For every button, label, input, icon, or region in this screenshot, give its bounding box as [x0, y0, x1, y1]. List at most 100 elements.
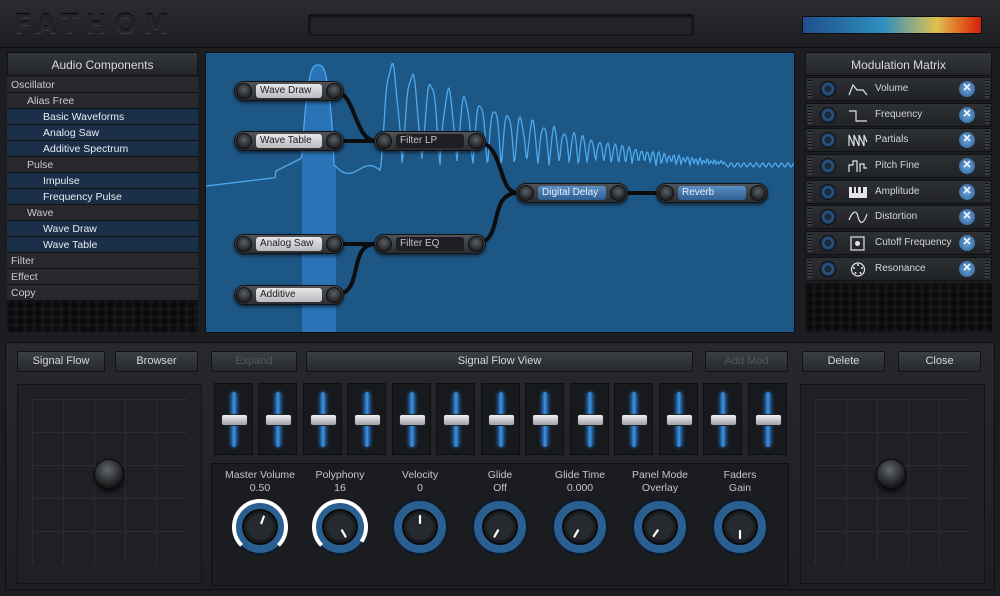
- node-filter-lp[interactable]: Filter LP: [374, 131, 486, 151]
- mod-enable-toggle[interactable]: [820, 235, 836, 252]
- node-wave-table[interactable]: Wave Table: [234, 131, 344, 151]
- tree-item-frequency-pulse[interactable]: Frequency Pulse: [7, 189, 198, 205]
- fader-3[interactable]: [303, 383, 342, 455]
- fader-handle[interactable]: [621, 414, 648, 426]
- drag-handle[interactable]: [808, 105, 812, 124]
- remove-icon[interactable]: ✕: [959, 158, 975, 175]
- node-digital-delay[interactable]: Digital Delay: [516, 183, 628, 203]
- drag-handle[interactable]: [985, 234, 989, 253]
- tree-item-pulse[interactable]: Pulse: [7, 157, 198, 173]
- fader-10[interactable]: [614, 383, 653, 455]
- add-mod-button[interactable]: Add Mod: [705, 351, 788, 372]
- fader-handle[interactable]: [265, 414, 292, 426]
- input-port[interactable]: [658, 185, 674, 201]
- drag-handle[interactable]: [985, 80, 989, 98]
- tree-item-basic-waveforms[interactable]: Basic Waveforms: [7, 109, 198, 125]
- output-port[interactable]: [326, 236, 342, 252]
- mod-enable-toggle[interactable]: [820, 209, 836, 226]
- output-port[interactable]: [326, 133, 342, 149]
- fader-9[interactable]: [570, 383, 609, 455]
- drag-handle[interactable]: [808, 259, 812, 278]
- fader-5[interactable]: [392, 383, 431, 455]
- fader-handle[interactable]: [710, 414, 737, 426]
- fader-8[interactable]: [525, 383, 564, 455]
- node-reverb[interactable]: Reverb: [656, 183, 768, 203]
- mod-row-resonance[interactable]: Resonance ✕: [805, 256, 992, 281]
- fader-4[interactable]: [347, 383, 386, 455]
- remove-icon[interactable]: ✕: [959, 183, 975, 200]
- close-button[interactable]: Close: [898, 351, 981, 372]
- tree-item-wave-draw[interactable]: Wave Draw: [7, 221, 198, 237]
- fader-handle[interactable]: [577, 414, 604, 426]
- output-port[interactable]: [468, 236, 484, 252]
- fader-handle[interactable]: [755, 414, 782, 426]
- rotary-knob[interactable]: [630, 497, 690, 557]
- input-port[interactable]: [376, 133, 392, 149]
- rotary-knob[interactable]: [310, 497, 370, 557]
- rotary-knob[interactable]: [710, 497, 770, 557]
- fader-11[interactable]: [659, 383, 698, 455]
- fader-13[interactable]: [748, 383, 787, 455]
- mod-row-volume[interactable]: Volume ✕: [805, 77, 992, 101]
- expand-button[interactable]: Expand: [211, 351, 297, 372]
- input-port[interactable]: [236, 133, 252, 149]
- fader-handle[interactable]: [666, 414, 693, 426]
- drag-handle[interactable]: [808, 182, 812, 201]
- output-port[interactable]: [326, 287, 342, 303]
- rotary-knob[interactable]: [390, 497, 450, 557]
- remove-icon[interactable]: ✕: [959, 81, 975, 97]
- tree-item-impulse[interactable]: Impulse: [7, 173, 198, 189]
- drag-handle[interactable]: [985, 182, 989, 201]
- browser-button[interactable]: Browser: [115, 351, 198, 372]
- drag-handle[interactable]: [985, 208, 989, 227]
- mod-row-distortion[interactable]: Distortion ✕: [805, 205, 992, 230]
- fader-6[interactable]: [436, 383, 475, 455]
- tree-item-oscillator[interactable]: Oscillator: [7, 77, 198, 93]
- input-port[interactable]: [236, 83, 252, 99]
- rotary-knob[interactable]: [230, 497, 290, 557]
- remove-icon[interactable]: ✕: [959, 132, 975, 149]
- tree-item-filter[interactable]: Filter: [7, 253, 198, 269]
- tree-item-analog-saw[interactable]: Analog Saw: [7, 125, 198, 141]
- drag-handle[interactable]: [808, 208, 812, 227]
- signal-flow-button[interactable]: Signal Flow: [17, 351, 105, 372]
- tree-item-copy[interactable]: Copy: [7, 285, 198, 301]
- node-wave-draw[interactable]: Wave Draw: [234, 81, 344, 101]
- tree-item-wave[interactable]: Wave: [7, 205, 198, 221]
- fader-handle[interactable]: [221, 414, 248, 426]
- xy-pad-handle[interactable]: [94, 459, 124, 489]
- tree-item-wave-table[interactable]: Wave Table: [7, 237, 198, 253]
- drag-handle[interactable]: [985, 105, 989, 124]
- mod-enable-toggle[interactable]: [820, 106, 836, 123]
- signal-flow-canvas[interactable]: Wave Draw Wave Table Filter LP Analog Sa…: [205, 52, 795, 333]
- remove-icon[interactable]: ✕: [959, 209, 975, 226]
- fader-2[interactable]: [258, 383, 297, 455]
- mod-enable-toggle[interactable]: [820, 183, 836, 200]
- mod-row-amplitude[interactable]: Amplitude ✕: [805, 179, 992, 204]
- mod-enable-toggle[interactable]: [820, 132, 836, 149]
- remove-icon[interactable]: ✕: [959, 235, 975, 252]
- drag-handle[interactable]: [985, 157, 989, 176]
- node-filter-eq[interactable]: Filter EQ: [374, 234, 486, 254]
- fader-12[interactable]: [703, 383, 742, 455]
- rotary-knob[interactable]: [550, 497, 610, 557]
- mod-row-pitch-fine[interactable]: Pitch Fine ✕: [805, 154, 992, 179]
- output-port[interactable]: [468, 133, 484, 149]
- fader-1[interactable]: [214, 383, 253, 455]
- fader-handle[interactable]: [532, 414, 559, 426]
- mod-row-cutoff-frequency[interactable]: Cutoff Frequency ✕: [805, 231, 992, 256]
- fader-handle[interactable]: [354, 414, 381, 426]
- drag-handle[interactable]: [808, 157, 812, 176]
- output-port[interactable]: [750, 185, 766, 201]
- mod-enable-toggle[interactable]: [820, 158, 836, 175]
- output-port[interactable]: [610, 185, 626, 201]
- fader-7[interactable]: [481, 383, 520, 455]
- input-port[interactable]: [518, 185, 534, 201]
- input-port[interactable]: [236, 287, 252, 303]
- drag-handle[interactable]: [808, 80, 812, 98]
- fader-handle[interactable]: [488, 414, 515, 426]
- output-port[interactable]: [326, 83, 342, 99]
- remove-icon[interactable]: ✕: [959, 260, 975, 277]
- tree-item-effect[interactable]: Effect: [7, 269, 198, 285]
- remove-icon[interactable]: ✕: [959, 106, 975, 123]
